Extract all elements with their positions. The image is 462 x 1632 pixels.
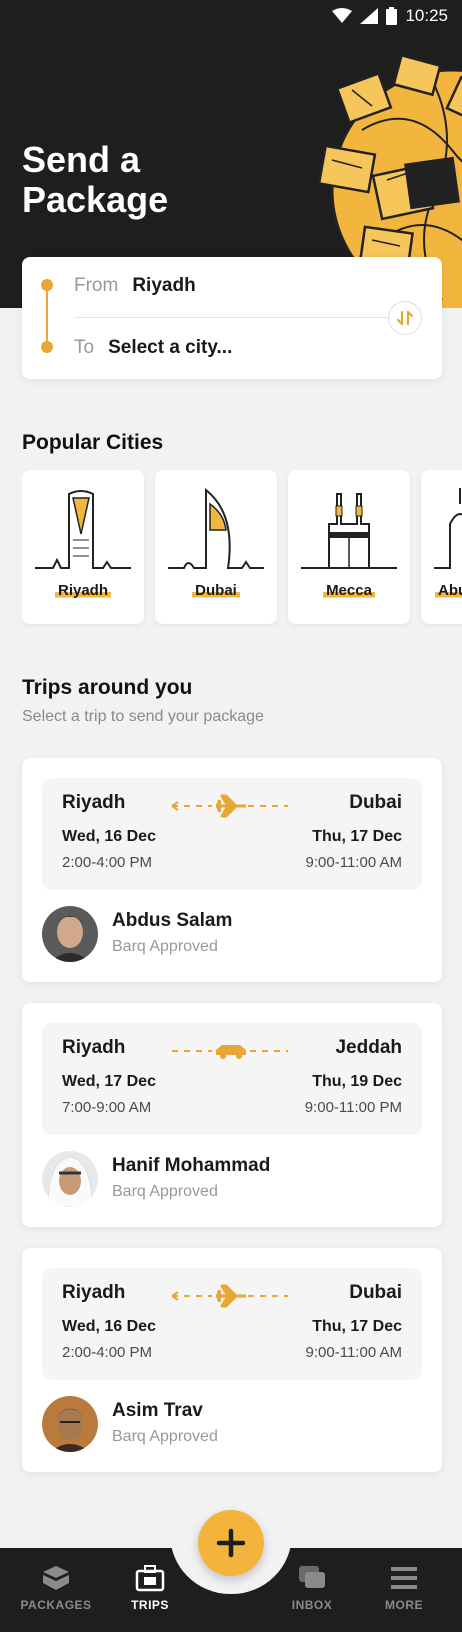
wifi-icon bbox=[332, 8, 353, 23]
arrival-date: Thu, 17 Dec bbox=[312, 828, 402, 845]
to-placeholder[interactable]: Select a city... bbox=[108, 337, 232, 359]
traveler-status: Barq Approved bbox=[112, 1428, 218, 1445]
city-card-abu-dhabi[interactable]: Abu Dhabi bbox=[421, 470, 462, 624]
car-icon bbox=[172, 1045, 288, 1059]
trip-card[interactable]: Riyadh Dubai Wed, 16 Dec Thu, 17 Dec 2:0… bbox=[22, 758, 442, 982]
trip-details: Riyadh Dubai Wed, 16 Dec Thu, 17 Dec 2:0… bbox=[42, 778, 422, 890]
arrival-time: 9:00-11:00 AM bbox=[305, 1344, 402, 1361]
departure-time: 2:00-4:00 PM bbox=[62, 854, 153, 871]
route-divider bbox=[74, 317, 406, 318]
trips-subtitle: Select a trip to send your package bbox=[22, 708, 264, 725]
departure-time: 7:00-9:00 AM bbox=[62, 1099, 152, 1116]
from-field[interactable]: From Riyadh bbox=[74, 275, 196, 297]
inbox-icon bbox=[299, 1566, 325, 1588]
departure-date: Wed, 16 Dec bbox=[62, 828, 156, 845]
trip-destination: Dubai bbox=[349, 792, 402, 813]
to-field[interactable]: To Select a city... bbox=[74, 337, 232, 359]
mecca-clock-tower-icon bbox=[301, 493, 397, 569]
trip-card[interactable]: Riyadh Jeddah Wed, 17 Dec Thu, 19 Dec 7:… bbox=[22, 1003, 442, 1227]
avatar bbox=[42, 1151, 98, 1207]
departure-date: Wed, 16 Dec bbox=[62, 1318, 156, 1335]
trip-destination: Dubai bbox=[349, 1282, 402, 1303]
abu-dhabi-skyline-icon bbox=[434, 488, 462, 569]
arrival-time: 9:00-11:00 PM bbox=[304, 1099, 402, 1116]
battery-icon bbox=[386, 7, 398, 25]
trip-origin: Riyadh bbox=[62, 1037, 126, 1058]
city-card-dubai[interactable]: Dubai bbox=[155, 470, 277, 624]
traveler-name: Abdus Salam bbox=[112, 910, 233, 931]
traveler-status: Barq Approved bbox=[112, 1183, 218, 1200]
swap-button[interactable] bbox=[388, 301, 422, 335]
trip-details: Riyadh Jeddah Wed, 17 Dec Thu, 19 Dec 7:… bbox=[42, 1023, 422, 1135]
nav-inbox[interactable]: INBOX bbox=[262, 1564, 362, 1612]
trip-origin: Riyadh bbox=[62, 792, 126, 813]
page-title: Send a Package bbox=[22, 139, 169, 220]
from-value[interactable]: Riyadh bbox=[132, 275, 195, 297]
nav-packages[interactable]: PACKAGES bbox=[6, 1564, 106, 1612]
city-name: Riyadh bbox=[22, 582, 144, 599]
route-selector-card: From Riyadh To Select a city... bbox=[22, 257, 442, 379]
add-button[interactable] bbox=[198, 1510, 264, 1576]
popular-cities-list: Riyadh Dubai Mecca Abu Dhabi bbox=[22, 470, 462, 628]
packages-icon bbox=[43, 1566, 69, 1590]
avatar bbox=[42, 906, 98, 962]
traveler-name: Asim Trav bbox=[112, 1400, 203, 1421]
route-line bbox=[46, 285, 48, 347]
city-card-riyadh[interactable]: Riyadh bbox=[22, 470, 144, 624]
trip-card[interactable]: Riyadh Dubai Wed, 16 Dec Thu, 17 Dec 2:0… bbox=[22, 1248, 442, 1472]
plane-icon bbox=[171, 794, 288, 818]
plus-icon bbox=[216, 1528, 246, 1558]
city-name: Mecca bbox=[288, 582, 410, 599]
departure-time: 2:00-4:00 PM bbox=[62, 1344, 153, 1361]
trip-destination: Jeddah bbox=[335, 1037, 402, 1058]
traveler-name: Hanif Mohammad bbox=[112, 1155, 271, 1176]
city-name: Dubai bbox=[155, 582, 277, 599]
destination-dot bbox=[41, 341, 53, 353]
from-label: From bbox=[74, 275, 119, 296]
avatar bbox=[42, 1396, 98, 1452]
popular-cities-title: Popular Cities bbox=[22, 431, 164, 454]
city-card-mecca[interactable]: Mecca bbox=[288, 470, 410, 624]
to-label: To bbox=[74, 337, 95, 358]
signal-icon bbox=[360, 8, 379, 24]
status-bar: 10:25 bbox=[0, 0, 462, 36]
trip-details: Riyadh Dubai Wed, 16 Dec Thu, 17 Dec 2:0… bbox=[42, 1268, 422, 1380]
plane-icon bbox=[171, 1284, 288, 1308]
burj-al-arab-icon bbox=[168, 487, 264, 569]
city-name: Abu Dhabi bbox=[435, 582, 462, 599]
departure-date: Wed, 17 Dec bbox=[62, 1073, 156, 1090]
trips-icon bbox=[135, 1565, 165, 1592]
menu-icon bbox=[391, 1567, 417, 1589]
status-time: 10:25 bbox=[405, 6, 448, 25]
trips-title: Trips around you bbox=[22, 676, 193, 699]
nav-trips[interactable]: TRIPS bbox=[100, 1564, 200, 1612]
traveler-status: Barq Approved bbox=[112, 938, 218, 955]
swap-arrows-icon bbox=[396, 310, 414, 326]
trip-origin: Riyadh bbox=[62, 1282, 126, 1303]
origin-dot bbox=[41, 279, 53, 291]
arrival-time: 9:00-11:00 AM bbox=[305, 854, 402, 871]
arrival-date: Thu, 19 Dec bbox=[312, 1073, 402, 1090]
kingdom-tower-icon bbox=[35, 490, 131, 569]
arrival-date: Thu, 17 Dec bbox=[312, 1318, 402, 1335]
nav-more[interactable]: MORE bbox=[354, 1564, 454, 1612]
